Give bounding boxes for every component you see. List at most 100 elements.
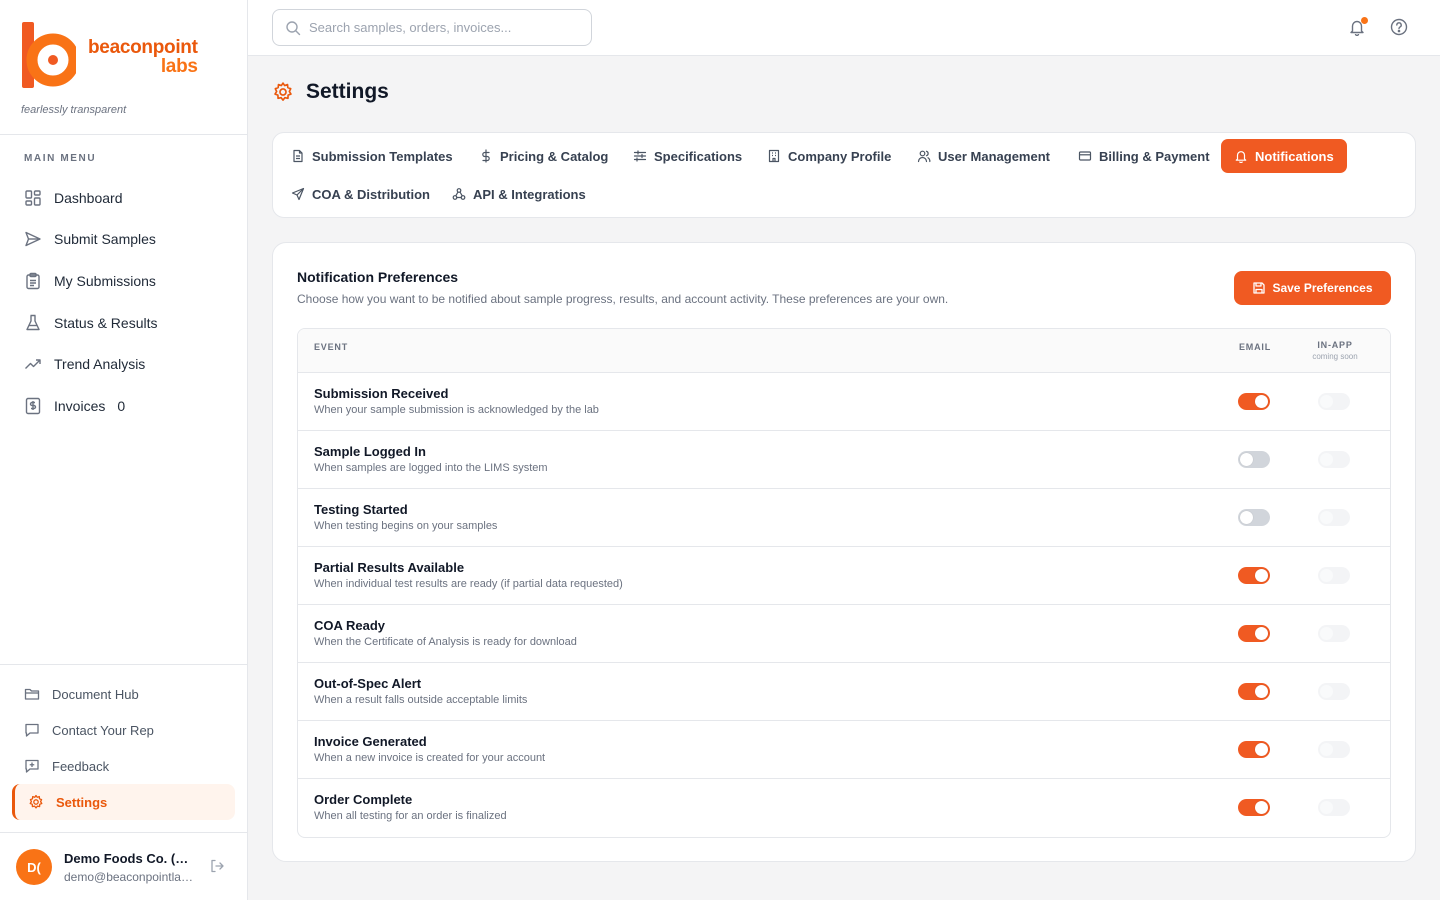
table-row: Invoice Generated When a new invoice is c… bbox=[298, 721, 1390, 779]
event-title: Sample Logged In bbox=[314, 444, 426, 459]
tab-label: Company Profile bbox=[788, 148, 892, 164]
tab-label: Billing & Payment bbox=[1099, 148, 1210, 164]
email-toggle[interactable] bbox=[1238, 741, 1270, 758]
topbar: Search samples, orders, invoices... bbox=[248, 0, 1440, 56]
event-title: COA Ready bbox=[314, 618, 386, 633]
email-toggle[interactable] bbox=[1238, 567, 1270, 584]
main-menu-label: MAIN MENU bbox=[24, 153, 97, 164]
in-app-toggle-disabled bbox=[1318, 741, 1350, 758]
sidebar-item-label: Document Hub bbox=[52, 686, 139, 702]
sidebar-item-settings[interactable]: Settings bbox=[12, 784, 235, 820]
table-row: Sample Logged In When samples are logged … bbox=[298, 431, 1390, 489]
help-icon bbox=[1390, 18, 1408, 36]
event-title: Partial Results Available bbox=[314, 560, 465, 575]
tab-label: Specifications bbox=[654, 148, 743, 164]
sidebar-item-trend-analysis[interactable]: Trend Analysis bbox=[12, 343, 236, 385]
event-description: When a result falls outside acceptable l… bbox=[314, 694, 528, 706]
event-description: When all testing for an order is finaliz… bbox=[314, 810, 507, 822]
tab-notifications[interactable]: Notifications bbox=[1221, 139, 1347, 173]
avatar: D( bbox=[16, 849, 52, 885]
dollar-icon bbox=[482, 149, 490, 163]
send-icon bbox=[25, 232, 41, 247]
feedback-icon bbox=[25, 759, 39, 773]
clipboard-icon bbox=[26, 272, 40, 290]
email-toggle[interactable] bbox=[1238, 509, 1270, 526]
table-row: Out-of-Spec Alert When a result falls out… bbox=[298, 663, 1390, 721]
column-header-event: EVENT bbox=[314, 342, 349, 352]
event-description: When testing begins on your samples bbox=[314, 520, 498, 532]
sidebar-item-label: Contact Your Rep bbox=[52, 722, 154, 738]
tab-label: User Management bbox=[938, 148, 1050, 164]
tab-label: Submission Templates bbox=[312, 148, 453, 164]
section-title: Notification Preferences bbox=[297, 269, 459, 285]
email-toggle[interactable] bbox=[1238, 393, 1270, 410]
email-toggle[interactable] bbox=[1238, 625, 1270, 642]
settings-tabs: Submission Templates Pricing & Catalog S… bbox=[272, 132, 1416, 218]
flask-icon bbox=[26, 314, 40, 330]
sidebar: beaconpoint labs fearlessly transparent … bbox=[0, 0, 248, 900]
invoice-count-badge: 0 bbox=[117, 397, 126, 414]
sidebar-item-invoices[interactable]: Invoices 0 bbox=[12, 385, 236, 427]
event-description: When your sample submission is acknowled… bbox=[314, 404, 599, 416]
tab-submission-templates[interactable]: Submission Templates bbox=[287, 139, 457, 173]
in-app-toggle-disabled bbox=[1318, 567, 1350, 584]
sidebar-item-label: Submit Samples bbox=[54, 231, 156, 248]
sidebar-item-label: Trend Analysis bbox=[54, 356, 146, 373]
sidebar-item-contact-rep[interactable]: Contact Your Rep bbox=[12, 712, 235, 748]
brand-tagline: fearlessly transparent bbox=[21, 104, 127, 116]
gear-icon bbox=[274, 82, 292, 101]
sidebar-item-label: Settings bbox=[56, 794, 108, 810]
tab-specifications[interactable]: Specifications bbox=[629, 139, 746, 173]
save-label: Save Preferences bbox=[1272, 281, 1373, 295]
sidebar-item-document-hub[interactable]: Document Hub bbox=[12, 676, 235, 712]
tab-pricing-catalog[interactable]: Pricing & Catalog bbox=[475, 139, 612, 173]
brand-name: beaconpoint bbox=[88, 37, 198, 58]
tab-billing-payment[interactable]: Billing & Payment bbox=[1074, 139, 1214, 173]
search-input[interactable]: Search samples, orders, invoices... bbox=[272, 9, 592, 46]
sidebar-item-label: Feedback bbox=[52, 758, 110, 774]
sidebar-item-label: Invoices bbox=[54, 397, 106, 414]
tab-label: API & Integrations bbox=[473, 186, 586, 202]
tab-api-integrations[interactable]: API & Integrations bbox=[448, 177, 590, 211]
sidebar-item-submit-samples[interactable]: Submit Samples bbox=[12, 219, 236, 261]
sidebar-item-dashboard[interactable]: Dashboard bbox=[12, 177, 236, 219]
logout-button[interactable] bbox=[209, 858, 225, 874]
sidebar-item-feedback[interactable]: Feedback bbox=[12, 748, 235, 784]
notification-preferences-card: Notification Preferences Choose how you … bbox=[272, 242, 1416, 862]
tab-company-profile[interactable]: Company Profile bbox=[763, 139, 895, 173]
table-row: Testing Started When testing begins on yo… bbox=[298, 489, 1390, 547]
email-toggle[interactable] bbox=[1238, 683, 1270, 700]
building-icon bbox=[768, 149, 780, 163]
user-email: demo@beaconpointlabs.com bbox=[64, 870, 196, 884]
sidebar-item-status-results[interactable]: Status & Results bbox=[12, 302, 236, 344]
notification-table: EVENT EMAIL IN-APP coming soon Submissio… bbox=[297, 328, 1391, 838]
help-button[interactable] bbox=[1390, 18, 1408, 36]
secondary-menu: Document Hub Contact Your Rep Feedback S… bbox=[0, 664, 247, 832]
brand-header: beaconpoint labs fearlessly transparent bbox=[0, 0, 247, 135]
sidebar-item-my-submissions[interactable]: My Submissions bbox=[12, 260, 236, 302]
tab-label: COA & Distribution bbox=[312, 186, 430, 202]
user-name: Demo Foods Co. (Demo) bbox=[64, 851, 196, 866]
bell-icon bbox=[1235, 151, 1247, 163]
save-preferences-button[interactable]: Save Preferences bbox=[1234, 271, 1391, 305]
page-header: Settings bbox=[272, 80, 389, 104]
event-description: When samples are logged into the LIMS sy… bbox=[314, 462, 548, 474]
trend-icon bbox=[25, 359, 41, 370]
email-toggle[interactable] bbox=[1238, 799, 1270, 816]
table-body: Submission Received When your sample subm… bbox=[298, 373, 1390, 837]
tab-user-management[interactable]: User Management bbox=[913, 139, 1054, 173]
event-title: Submission Received bbox=[314, 386, 449, 401]
in-app-toggle-disabled bbox=[1318, 509, 1350, 526]
email-toggle[interactable] bbox=[1238, 451, 1270, 468]
webhook-icon bbox=[452, 188, 466, 200]
sidebar-item-label: My Submissions bbox=[54, 272, 156, 289]
brand-logo-icon[interactable] bbox=[20, 20, 76, 90]
column-header-in-app-label: IN-APP bbox=[1317, 340, 1353, 350]
section-description: Choose how you want to be notified about… bbox=[297, 292, 949, 306]
page-title: Settings bbox=[306, 80, 389, 103]
tab-coa-distribution[interactable]: COA & Distribution bbox=[287, 177, 434, 211]
paper-plane-icon bbox=[291, 187, 305, 201]
event-description: When individual test results are ready (… bbox=[314, 578, 623, 590]
main-menu: Dashboard Submit Samples My Submissions … bbox=[12, 177, 236, 427]
gear-icon bbox=[29, 794, 43, 809]
